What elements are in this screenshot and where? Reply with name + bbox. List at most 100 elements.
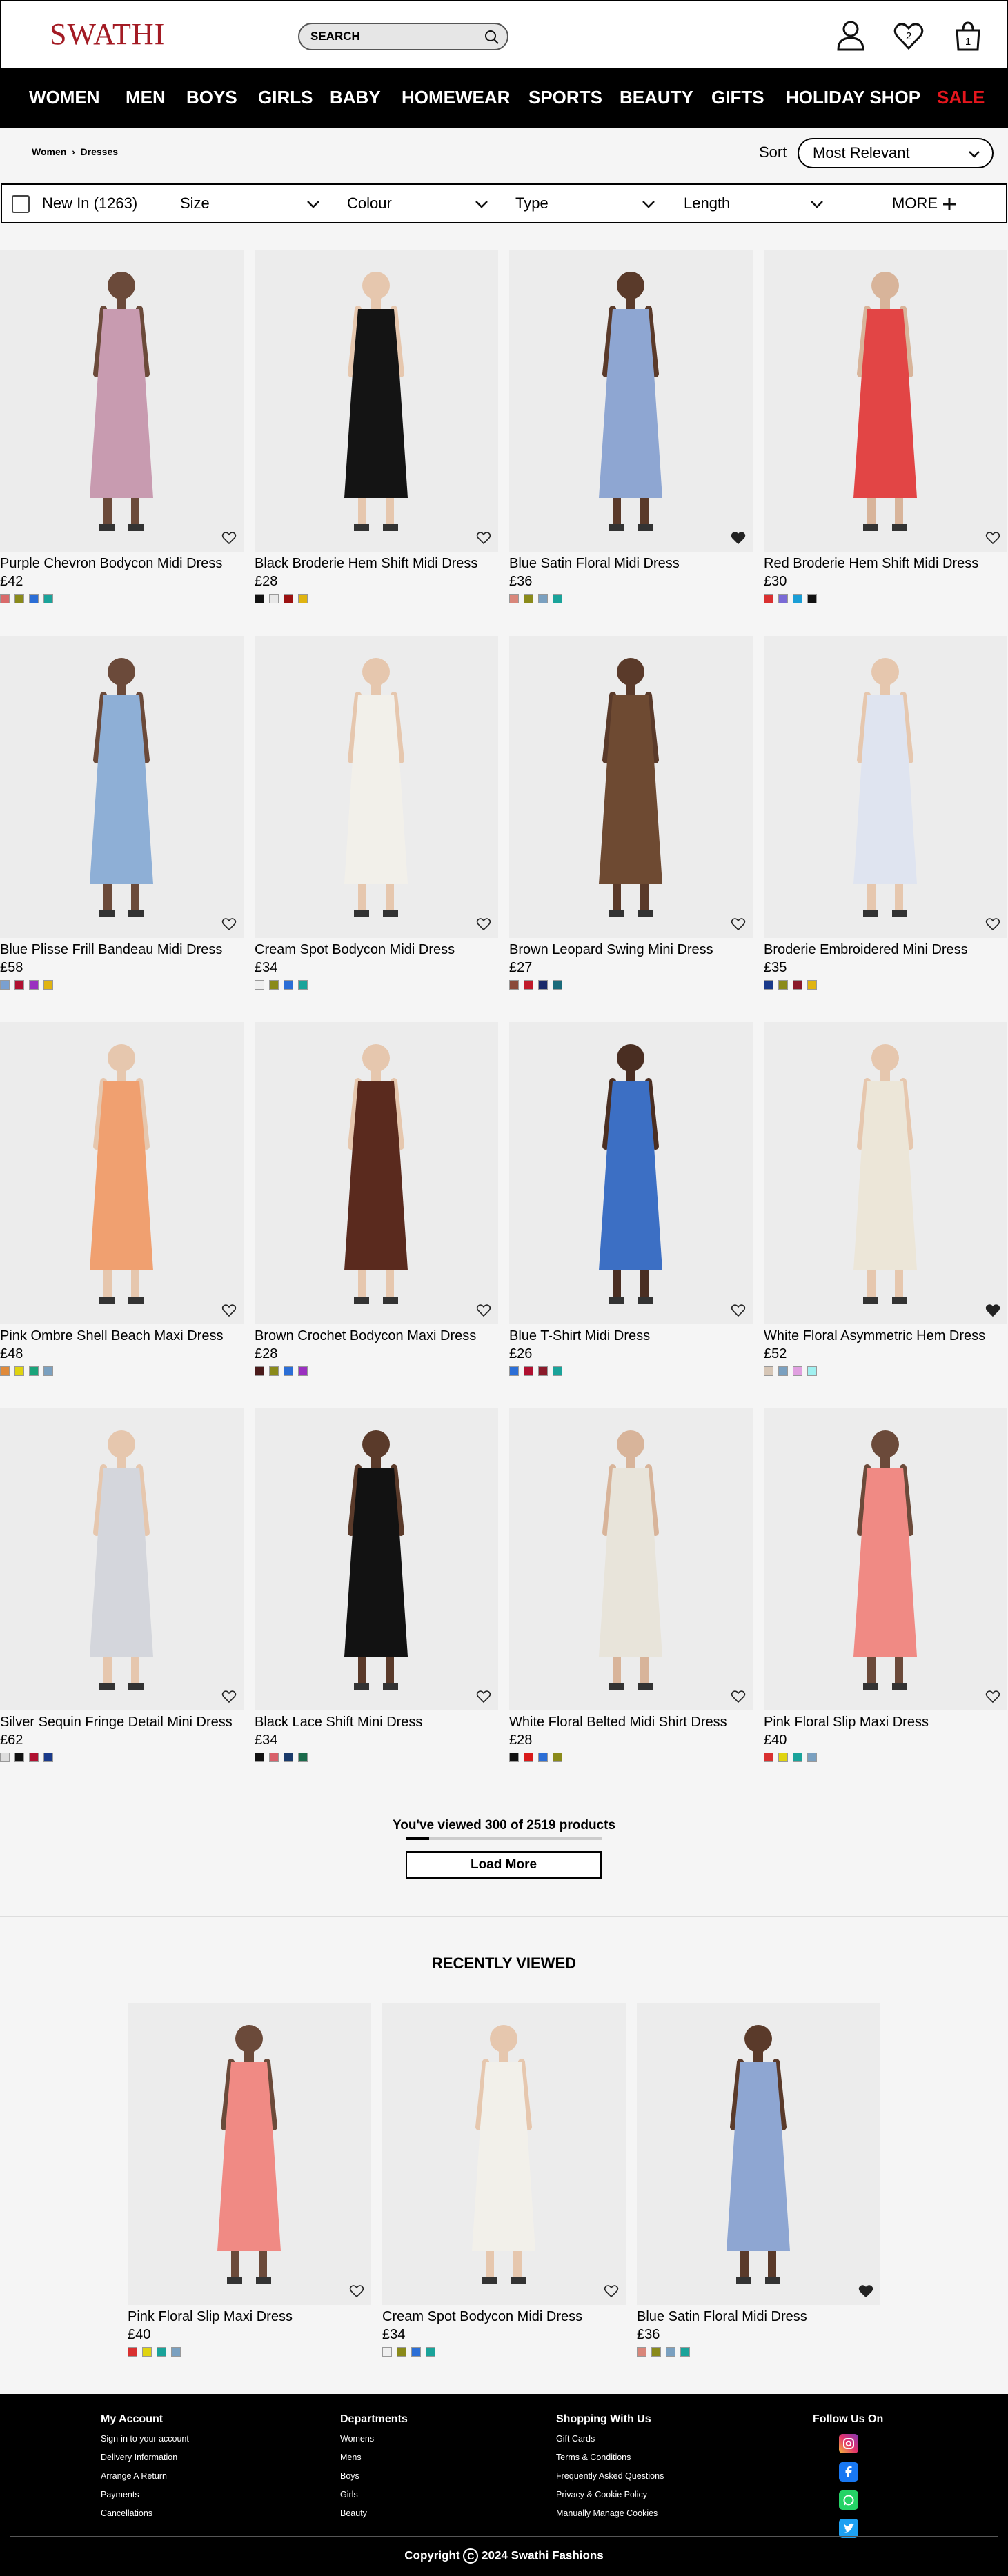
footer-link-departments[interactable]: Mens xyxy=(340,2453,408,2462)
product-card[interactable]: Blue Plisse Frill Bandeau Midi Dress £58 xyxy=(0,636,244,990)
product-title[interactable]: Blue Plisse Frill Bandeau Midi Dress xyxy=(0,942,244,958)
colour-swatch[interactable] xyxy=(269,980,279,990)
colour-swatch[interactable] xyxy=(807,980,817,990)
product-card[interactable]: Cream Spot Bodycon Midi Dress £34 xyxy=(255,636,498,990)
colour-swatch[interactable] xyxy=(524,980,533,990)
colour-swatch[interactable] xyxy=(764,1753,773,1762)
facebook-icon[interactable] xyxy=(839,2462,858,2482)
colour-swatch[interactable] xyxy=(0,1366,10,1376)
wishlist-heart-icon[interactable] xyxy=(221,531,237,545)
colour-swatch[interactable] xyxy=(538,1366,548,1376)
product-title[interactable]: Cream Spot Bodycon Midi Dress xyxy=(382,2309,626,2325)
colour-swatch[interactable] xyxy=(255,1753,264,1762)
colour-swatch[interactable] xyxy=(637,2347,646,2357)
product-card[interactable]: Pink Floral Slip Maxi Dress £40 xyxy=(764,1408,1007,1762)
colour-swatch[interactable] xyxy=(538,594,548,603)
product-image[interactable] xyxy=(764,1408,1007,1710)
colour-swatch[interactable] xyxy=(807,594,817,603)
colour-swatch[interactable] xyxy=(171,2347,181,2357)
product-image[interactable] xyxy=(764,250,1007,552)
product-title[interactable]: Pink Ombre Shell Beach Maxi Dress xyxy=(0,1328,244,1344)
colour-swatch[interactable] xyxy=(284,1366,293,1376)
colour-swatch[interactable] xyxy=(538,980,548,990)
nav-item-holiday-shop[interactable]: HOLIDAY SHOP xyxy=(786,68,920,128)
brand-logo[interactable]: SWATHI xyxy=(50,17,165,52)
product-card[interactable]: Blue Satin Floral Midi Dress £36 xyxy=(509,250,753,603)
colour-swatch[interactable] xyxy=(397,2347,406,2357)
colour-swatch[interactable] xyxy=(0,594,10,603)
wishlist-heart-icon[interactable] xyxy=(476,1304,491,1317)
breadcrumb-women[interactable]: Women xyxy=(32,146,66,157)
colour-swatch[interactable] xyxy=(29,1753,39,1762)
whatsapp-icon[interactable] xyxy=(839,2490,858,2510)
nav-item-sports[interactable]: SPORTS xyxy=(528,68,602,128)
length-chevron-down-icon[interactable] xyxy=(809,197,824,212)
product-title[interactable]: Black Broderie Hem Shift Midi Dress xyxy=(255,556,498,572)
product-card[interactable]: Pink Floral Slip Maxi Dress £40 xyxy=(128,2003,371,2357)
wishlist-heart-icon[interactable] xyxy=(221,1304,237,1317)
colour-swatch[interactable] xyxy=(43,980,53,990)
colour-swatch[interactable] xyxy=(778,1366,788,1376)
colour-swatch[interactable] xyxy=(269,1753,279,1762)
product-title[interactable]: Brown Crochet Bodycon Maxi Dress xyxy=(255,1328,498,1344)
colour-swatch[interactable] xyxy=(0,980,10,990)
wishlist-heart-icon[interactable] xyxy=(985,531,1000,545)
colour-swatch[interactable] xyxy=(509,980,519,990)
wishlist-heart-icon[interactable] xyxy=(604,2284,619,2298)
colour-swatch[interactable] xyxy=(298,594,308,603)
nav-item-sale[interactable]: SALE xyxy=(937,68,985,128)
colour-swatch[interactable] xyxy=(29,980,39,990)
colour-swatch[interactable] xyxy=(509,1753,519,1762)
nav-item-baby[interactable]: BABY xyxy=(330,68,381,128)
footer-link-departments[interactable]: Beauty xyxy=(340,2508,408,2518)
colour-swatch[interactable] xyxy=(0,1753,10,1762)
colour-swatch[interactable] xyxy=(157,2347,166,2357)
footer-link-shopping[interactable]: Terms & Conditions xyxy=(556,2453,664,2462)
footer-link-departments[interactable]: Boys xyxy=(340,2471,408,2481)
product-image[interactable] xyxy=(255,1022,498,1324)
footer-link-account[interactable]: Delivery Information xyxy=(101,2453,189,2462)
colour-swatch[interactable] xyxy=(284,1753,293,1762)
nav-item-homewear[interactable]: HOMEWEAR xyxy=(402,68,510,128)
product-image[interactable] xyxy=(0,250,244,552)
wishlist-heart-icon[interactable] xyxy=(731,531,746,545)
nav-item-girls[interactable]: GIRLS xyxy=(258,68,313,128)
product-card[interactable]: Black Lace Shift Mini Dress £34 xyxy=(255,1408,498,1762)
colour-swatch[interactable] xyxy=(793,1366,802,1376)
nav-item-beauty[interactable]: BEAUTY xyxy=(620,68,693,128)
plus-icon[interactable] xyxy=(942,197,957,212)
colour-swatch[interactable] xyxy=(14,594,24,603)
colour-swatch[interactable] xyxy=(509,594,519,603)
colour-swatch[interactable] xyxy=(298,1366,308,1376)
load-more-button[interactable]: Load More xyxy=(406,1851,602,1879)
footer-link-departments[interactable]: Girls xyxy=(340,2490,408,2499)
wishlist-heart-icon[interactable] xyxy=(221,917,237,931)
filter-length[interactable]: Length xyxy=(684,185,730,222)
twitter-icon[interactable] xyxy=(839,2519,858,2538)
product-title[interactable]: Pink Floral Slip Maxi Dress xyxy=(764,1715,1007,1730)
product-card[interactable]: White Floral Asymmetric Hem Dress £52 xyxy=(764,1022,1007,1376)
product-card[interactable]: Blue T-Shirt Midi Dress £26 xyxy=(509,1022,753,1376)
footer-link-account[interactable]: Cancellations xyxy=(101,2508,189,2518)
colour-swatch[interactable] xyxy=(298,980,308,990)
wishlist-heart-icon[interactable] xyxy=(476,917,491,931)
colour-swatch[interactable] xyxy=(793,594,802,603)
wishlist-heart-icon[interactable] xyxy=(731,917,746,931)
footer-link-account[interactable]: Arrange A Return xyxy=(101,2471,189,2481)
product-image[interactable] xyxy=(509,250,753,552)
search-bar[interactable]: SEARCH xyxy=(298,23,508,50)
colour-swatch[interactable] xyxy=(43,594,53,603)
colour-swatch[interactable] xyxy=(764,1366,773,1376)
type-chevron-down-icon[interactable] xyxy=(641,197,656,212)
search-icon[interactable] xyxy=(484,29,500,46)
product-card[interactable]: Broderie Embroidered Mini Dress £35 xyxy=(764,636,1007,990)
product-image[interactable] xyxy=(255,636,498,938)
colour-swatch[interactable] xyxy=(255,594,264,603)
nav-item-women[interactable]: WOMEN xyxy=(29,68,100,128)
product-image[interactable] xyxy=(128,2003,371,2305)
wishlist-heart-icon[interactable] xyxy=(985,917,1000,931)
colour-swatch[interactable] xyxy=(793,1753,802,1762)
product-card[interactable]: Blue Satin Floral Midi Dress £36 xyxy=(637,2003,880,2357)
product-title[interactable]: Blue T-Shirt Midi Dress xyxy=(509,1328,753,1344)
colour-swatch[interactable] xyxy=(524,1366,533,1376)
